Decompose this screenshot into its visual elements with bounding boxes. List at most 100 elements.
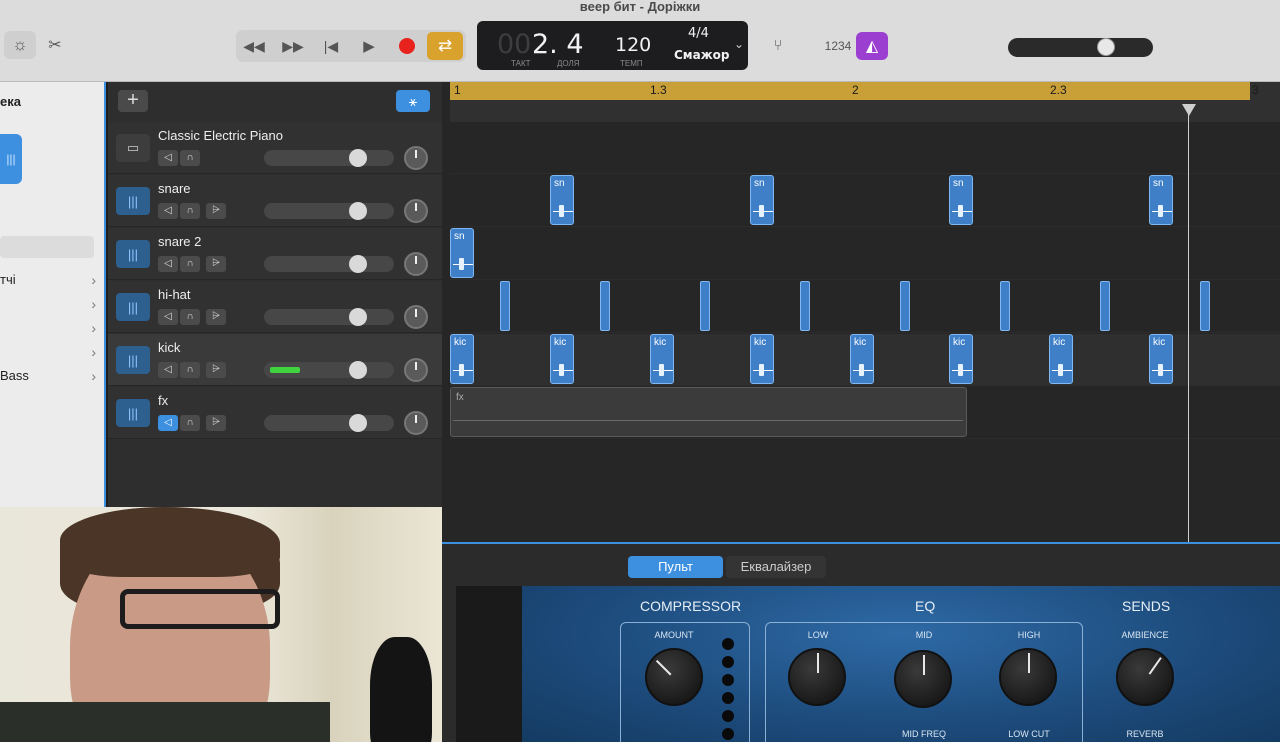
mute-button[interactable]: ◁ <box>158 150 178 166</box>
track-row[interactable]: ||| hi-hat ◁ ∩ ⩥ <box>108 281 442 333</box>
track-pan-knob[interactable] <box>404 358 428 382</box>
track-volume-knob[interactable] <box>349 149 367 167</box>
track-volume-knob[interactable] <box>349 361 367 379</box>
library-item[interactable]: Bass › <box>0 368 100 390</box>
track-row[interactable]: ||| snare 2 ◁ ∩ ⩥ <box>108 228 442 280</box>
audio-region[interactable] <box>600 281 610 331</box>
track-pan-knob[interactable] <box>404 305 428 329</box>
add-track-button[interactable]: + <box>118 90 148 112</box>
library-item[interactable]: › <box>0 344 100 366</box>
input-monitor-button[interactable]: ⩥ <box>206 415 226 431</box>
arrange-area[interactable]: 1 1.3 2 2.3 3 sn sn sn sn sn kic kic kic… <box>442 82 1280 542</box>
solo-button[interactable]: ∩ <box>180 256 200 272</box>
audio-region[interactable]: kic <box>1049 334 1073 384</box>
audio-region[interactable]: sn <box>750 175 774 225</box>
track-volume-slider[interactable] <box>264 309 394 325</box>
audio-region[interactable] <box>1000 281 1010 331</box>
mute-button[interactable]: ◁ <box>158 362 178 378</box>
master-volume-knob[interactable] <box>1097 38 1115 56</box>
lcd-display[interactable]: 00 2. 4 ТАКТ ДОЛЯ 120 ТЕМП 4/4 Cмажор ⌄ <box>477 21 748 70</box>
solo-button[interactable]: ∩ <box>180 415 200 431</box>
audio-region[interactable]: kic <box>1149 334 1173 384</box>
record-button[interactable] <box>394 33 420 59</box>
library-item[interactable]: › <box>0 296 100 318</box>
track-lane[interactable] <box>450 281 1280 333</box>
track-pan-knob[interactable] <box>404 252 428 276</box>
fx-region[interactable]: fx <box>450 387 967 437</box>
audio-region[interactable] <box>1100 281 1110 331</box>
mute-button[interactable]: ◁ <box>158 415 178 431</box>
cycle-button[interactable]: ⇄ <box>427 32 463 60</box>
timeline-ruler[interactable]: 1 1.3 2 2.3 3 <box>450 82 1280 122</box>
editor-button[interactable]: ✂ <box>44 33 66 57</box>
track-pan-knob[interactable] <box>404 199 428 223</box>
tab-mixer[interactable]: Пульт <box>628 556 723 578</box>
track-lane[interactable] <box>450 122 1280 174</box>
audio-region[interactable]: sn <box>949 175 973 225</box>
solo-button[interactable]: ∩ <box>180 362 200 378</box>
solo-button[interactable]: ∩ <box>180 203 200 219</box>
library-patch-icon[interactable]: ||| <box>0 134 22 184</box>
mute-button[interactable]: ◁ <box>158 203 178 219</box>
audio-region[interactable] <box>1200 281 1210 331</box>
track-volume-slider[interactable] <box>264 150 394 166</box>
audio-region[interactable] <box>800 281 810 331</box>
track-lane[interactable]: kic kic kic kic kic kic kic kic <box>450 334 1280 386</box>
track-row[interactable]: ▭ Classic Electric Piano ◁ ∩ <box>108 122 442 174</box>
track-volume-slider[interactable] <box>264 415 394 431</box>
mute-button[interactable]: ◁ <box>158 309 178 325</box>
ambience-knob[interactable] <box>1116 648 1174 706</box>
track-lane[interactable]: sn sn sn sn <box>450 175 1280 227</box>
tab-equalizer[interactable]: Еквалайзер <box>726 556 826 578</box>
track-row[interactable]: ||| fx ◁ ∩ ⩥ <box>108 387 442 439</box>
amount-knob[interactable] <box>645 648 703 706</box>
track-row[interactable]: ||| kick ◁ ∩ ⩥ <box>108 334 442 386</box>
audio-region[interactable]: kic <box>650 334 674 384</box>
track-pan-knob[interactable] <box>404 411 428 435</box>
audio-region[interactable] <box>900 281 910 331</box>
track-lane[interactable]: sn <box>450 228 1280 280</box>
smart-tempo-button[interactable]: ⚹ <box>396 90 430 112</box>
audio-region[interactable]: kic <box>949 334 973 384</box>
cycle-region[interactable] <box>450 82 1250 100</box>
library-search-field[interactable] <box>0 236 94 258</box>
rewind-button[interactable]: ◀◀ <box>240 33 268 59</box>
input-monitor-button[interactable]: ⩥ <box>206 203 226 219</box>
track-volume-knob[interactable] <box>349 255 367 273</box>
chevron-down-icon[interactable]: ⌄ <box>734 37 744 51</box>
track-volume-knob[interactable] <box>349 202 367 220</box>
fast-forward-button[interactable]: ▶▶ <box>279 33 307 59</box>
tuner-button[interactable]: ⑂ <box>766 33 790 57</box>
track-row[interactable]: ||| snare ◁ ∩ ⩥ <box>108 175 442 227</box>
track-volume-slider[interactable] <box>264 203 394 219</box>
library-item[interactable]: тчі › <box>0 272 100 294</box>
solo-button[interactable]: ∩ <box>180 150 200 166</box>
playhead-handle[interactable] <box>1182 104 1196 116</box>
audio-region[interactable]: sn <box>550 175 574 225</box>
audio-region[interactable]: kic <box>450 334 474 384</box>
eq-high-knob[interactable] <box>999 648 1057 706</box>
track-volume-knob[interactable] <box>349 414 367 432</box>
track-volume-slider[interactable] <box>264 256 394 272</box>
eq-mid-knob[interactable] <box>894 650 952 708</box>
track-pan-knob[interactable] <box>404 146 428 170</box>
audio-region[interactable]: kic <box>850 334 874 384</box>
audio-region[interactable]: kic <box>750 334 774 384</box>
eq-low-knob[interactable] <box>788 648 846 706</box>
input-monitor-button[interactable]: ⩥ <box>206 362 226 378</box>
audio-region[interactable]: sn <box>1149 175 1173 225</box>
playhead[interactable] <box>1188 104 1189 542</box>
audio-region[interactable]: sn <box>450 228 474 278</box>
metronome-button[interactable]: ◭ <box>856 32 888 60</box>
solo-button[interactable]: ∩ <box>180 309 200 325</box>
mute-button[interactable]: ◁ <box>158 256 178 272</box>
track-lane[interactable]: fx <box>450 387 1280 439</box>
input-monitor-button[interactable]: ⩥ <box>206 309 226 325</box>
count-in-button[interactable]: 1234 <box>822 36 854 56</box>
input-monitor-button[interactable]: ⩥ <box>206 256 226 272</box>
master-volume-slider[interactable] <box>1008 38 1153 57</box>
go-to-beginning-button[interactable]: |◀ <box>318 33 344 59</box>
audio-region[interactable] <box>500 281 510 331</box>
library-item[interactable]: › <box>0 320 100 342</box>
audio-region[interactable]: kic <box>550 334 574 384</box>
